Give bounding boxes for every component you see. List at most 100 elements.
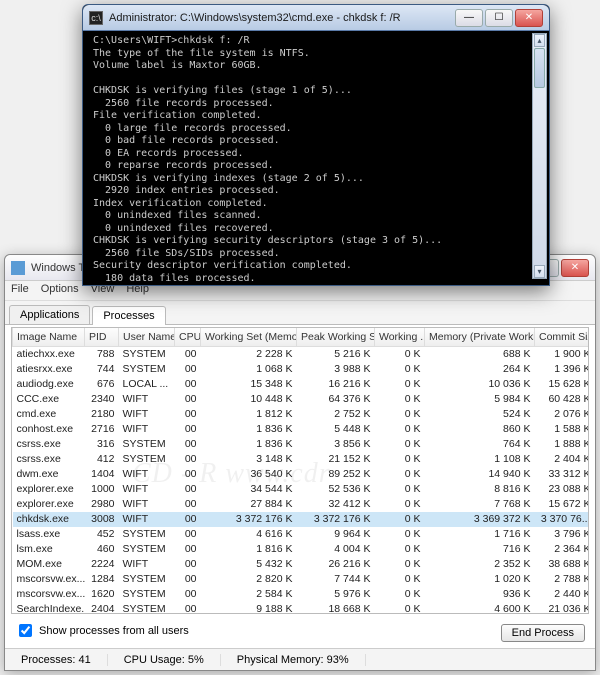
close-button[interactable]: ✕ — [561, 259, 589, 277]
table-row[interactable]: csrss.exe316SYSTEM001 836 K3 856 K0 K764… — [13, 437, 590, 452]
cell: SYSTEM — [119, 542, 175, 557]
cell: explorer.exe — [13, 482, 85, 497]
cell: 00 — [175, 527, 201, 542]
table-row[interactable]: lsass.exe452SYSTEM004 616 K9 964 K0 K1 7… — [13, 527, 590, 542]
cell: 4 616 K — [201, 527, 297, 542]
cmd-close-button[interactable]: ✕ — [515, 9, 543, 27]
cell: atiesrxx.exe — [13, 362, 85, 377]
cmd-minimize-button[interactable]: — — [455, 9, 483, 27]
cell: 1 812 K — [201, 407, 297, 422]
cell: 0 K — [375, 542, 425, 557]
scroll-up-icon[interactable]: ▴ — [534, 34, 545, 47]
column-header[interactable]: Working ... — [375, 328, 425, 347]
show-all-users-input[interactable] — [19, 624, 32, 637]
table-row[interactable]: mscorsvw.ex...1284SYSTEM002 820 K7 744 K… — [13, 572, 590, 587]
cmd-scrollbar[interactable]: ▴ ▾ — [532, 33, 547, 279]
cell: 00 — [175, 392, 201, 407]
column-header[interactable]: Image Name — [13, 328, 85, 347]
cell: 00 — [175, 542, 201, 557]
cell: 5 448 K — [297, 422, 375, 437]
cell: 2 584 K — [201, 587, 297, 602]
cell: 1 836 K — [201, 437, 297, 452]
cell: 64 376 K — [297, 392, 375, 407]
cell: 716 K — [425, 542, 535, 557]
tab-processes[interactable]: Processes — [92, 306, 165, 325]
cell: 7 768 K — [425, 497, 535, 512]
cell: 788 — [85, 347, 119, 362]
menu-file[interactable]: File — [11, 283, 29, 298]
cell: WIFT — [119, 497, 175, 512]
cell: 15 348 K — [201, 377, 297, 392]
cell: 1 900 K — [535, 347, 590, 362]
status-processes: Processes: 41 — [5, 654, 108, 666]
cell: 0 K — [375, 482, 425, 497]
process-grid[interactable]: CD - R www.cdr Image NamePIDUser NameCPU… — [11, 327, 589, 614]
table-row[interactable]: atiesrxx.exe744SYSTEM001 068 K3 988 K0 K… — [13, 362, 590, 377]
cell: 316 — [85, 437, 119, 452]
cmd-titlebar[interactable]: c:\ Administrator: C:\Windows\system32\c… — [83, 5, 549, 31]
column-header[interactable]: Peak Working S... — [297, 328, 375, 347]
table-row[interactable]: atiechxx.exe788SYSTEM002 228 K5 216 K0 K… — [13, 347, 590, 362]
table-row[interactable]: audiodg.exe676LOCAL ...0015 348 K16 216 … — [13, 377, 590, 392]
table-row[interactable]: SearchIndexe...2404SYSTEM009 188 K18 668… — [13, 602, 590, 615]
cell: chkdsk.exe — [13, 512, 85, 527]
column-header[interactable]: PID — [85, 328, 119, 347]
table-row[interactable]: cmd.exe2180WIFT001 812 K2 752 K0 K524 K2… — [13, 407, 590, 422]
cmd-maximize-button[interactable]: ☐ — [485, 9, 513, 27]
cell: 00 — [175, 377, 201, 392]
cell: 16 216 K — [297, 377, 375, 392]
cell: 27 884 K — [201, 497, 297, 512]
table-row[interactable]: explorer.exe1000WIFT0034 544 K52 536 K0 … — [13, 482, 590, 497]
table-row[interactable]: conhost.exe2716WIFT001 836 K5 448 K0 K86… — [13, 422, 590, 437]
cmd-output[interactable]: C:\Users\WIFT>chkdsk f: /R The type of t… — [87, 31, 545, 281]
scroll-down-icon[interactable]: ▾ — [534, 265, 545, 278]
cell: 3 369 372 K — [425, 512, 535, 527]
cell: 38 688 K — [535, 557, 590, 572]
column-header[interactable]: Memory (Private Workin... — [425, 328, 535, 347]
cell: WIFT — [119, 392, 175, 407]
table-row[interactable]: CCC.exe2340WIFT0010 448 K64 376 K0 K5 98… — [13, 392, 590, 407]
cell: SYSTEM — [119, 347, 175, 362]
cell: lsass.exe — [13, 527, 85, 542]
cell: 764 K — [425, 437, 535, 452]
cell: 00 — [175, 602, 201, 615]
cell: 1284 — [85, 572, 119, 587]
cell: CCC.exe — [13, 392, 85, 407]
scroll-thumb[interactable] — [534, 48, 545, 88]
cell: 0 K — [375, 527, 425, 542]
tab-applications[interactable]: Applications — [9, 305, 90, 324]
table-row[interactable]: csrss.exe412SYSTEM003 148 K21 152 K0 K1 … — [13, 452, 590, 467]
cell: 0 K — [375, 377, 425, 392]
cell: 2 752 K — [297, 407, 375, 422]
tm-app-icon — [11, 261, 25, 275]
column-header[interactable]: User Name — [119, 328, 175, 347]
table-row[interactable]: chkdsk.exe3008WIFT003 372 176 K3 372 176… — [13, 512, 590, 527]
tab-strip: Applications Processes — [5, 301, 595, 325]
cell: 1 108 K — [425, 452, 535, 467]
cell: 264 K — [425, 362, 535, 377]
cell: 3 372 176 K — [201, 512, 297, 527]
cell: 0 K — [375, 602, 425, 615]
cell: 2 404 K — [535, 452, 590, 467]
column-header[interactable]: Working Set (Memory) — [201, 328, 297, 347]
table-row[interactable]: MOM.exe2224WIFT005 432 K26 216 K0 K2 352… — [13, 557, 590, 572]
column-header[interactable]: CPU — [175, 328, 201, 347]
cell: 00 — [175, 497, 201, 512]
cell: LOCAL ... — [119, 377, 175, 392]
end-process-button[interactable]: End Process — [501, 624, 585, 642]
cell: 460 — [85, 542, 119, 557]
table-row[interactable]: lsm.exe460SYSTEM001 816 K4 004 K0 K716 K… — [13, 542, 590, 557]
column-header[interactable]: Commit Size — [535, 328, 590, 347]
cell: MOM.exe — [13, 557, 85, 572]
cell: SearchIndexe... — [13, 602, 85, 615]
cell: 00 — [175, 572, 201, 587]
table-row[interactable]: explorer.exe2980WIFT0027 884 K32 412 K0 … — [13, 497, 590, 512]
statusbar: Processes: 41 CPU Usage: 5% Physical Mem… — [5, 648, 595, 670]
show-all-users-checkbox[interactable]: Show processes from all users — [15, 621, 189, 640]
cell: 0 K — [375, 392, 425, 407]
table-row[interactable]: mscorsvw.ex...1620SYSTEM002 584 K5 976 K… — [13, 587, 590, 602]
cell: 0 K — [375, 362, 425, 377]
menu-options[interactable]: Options — [41, 283, 79, 298]
cell: 00 — [175, 362, 201, 377]
table-row[interactable]: dwm.exe1404WIFT0036 540 K89 252 K0 K14 9… — [13, 467, 590, 482]
